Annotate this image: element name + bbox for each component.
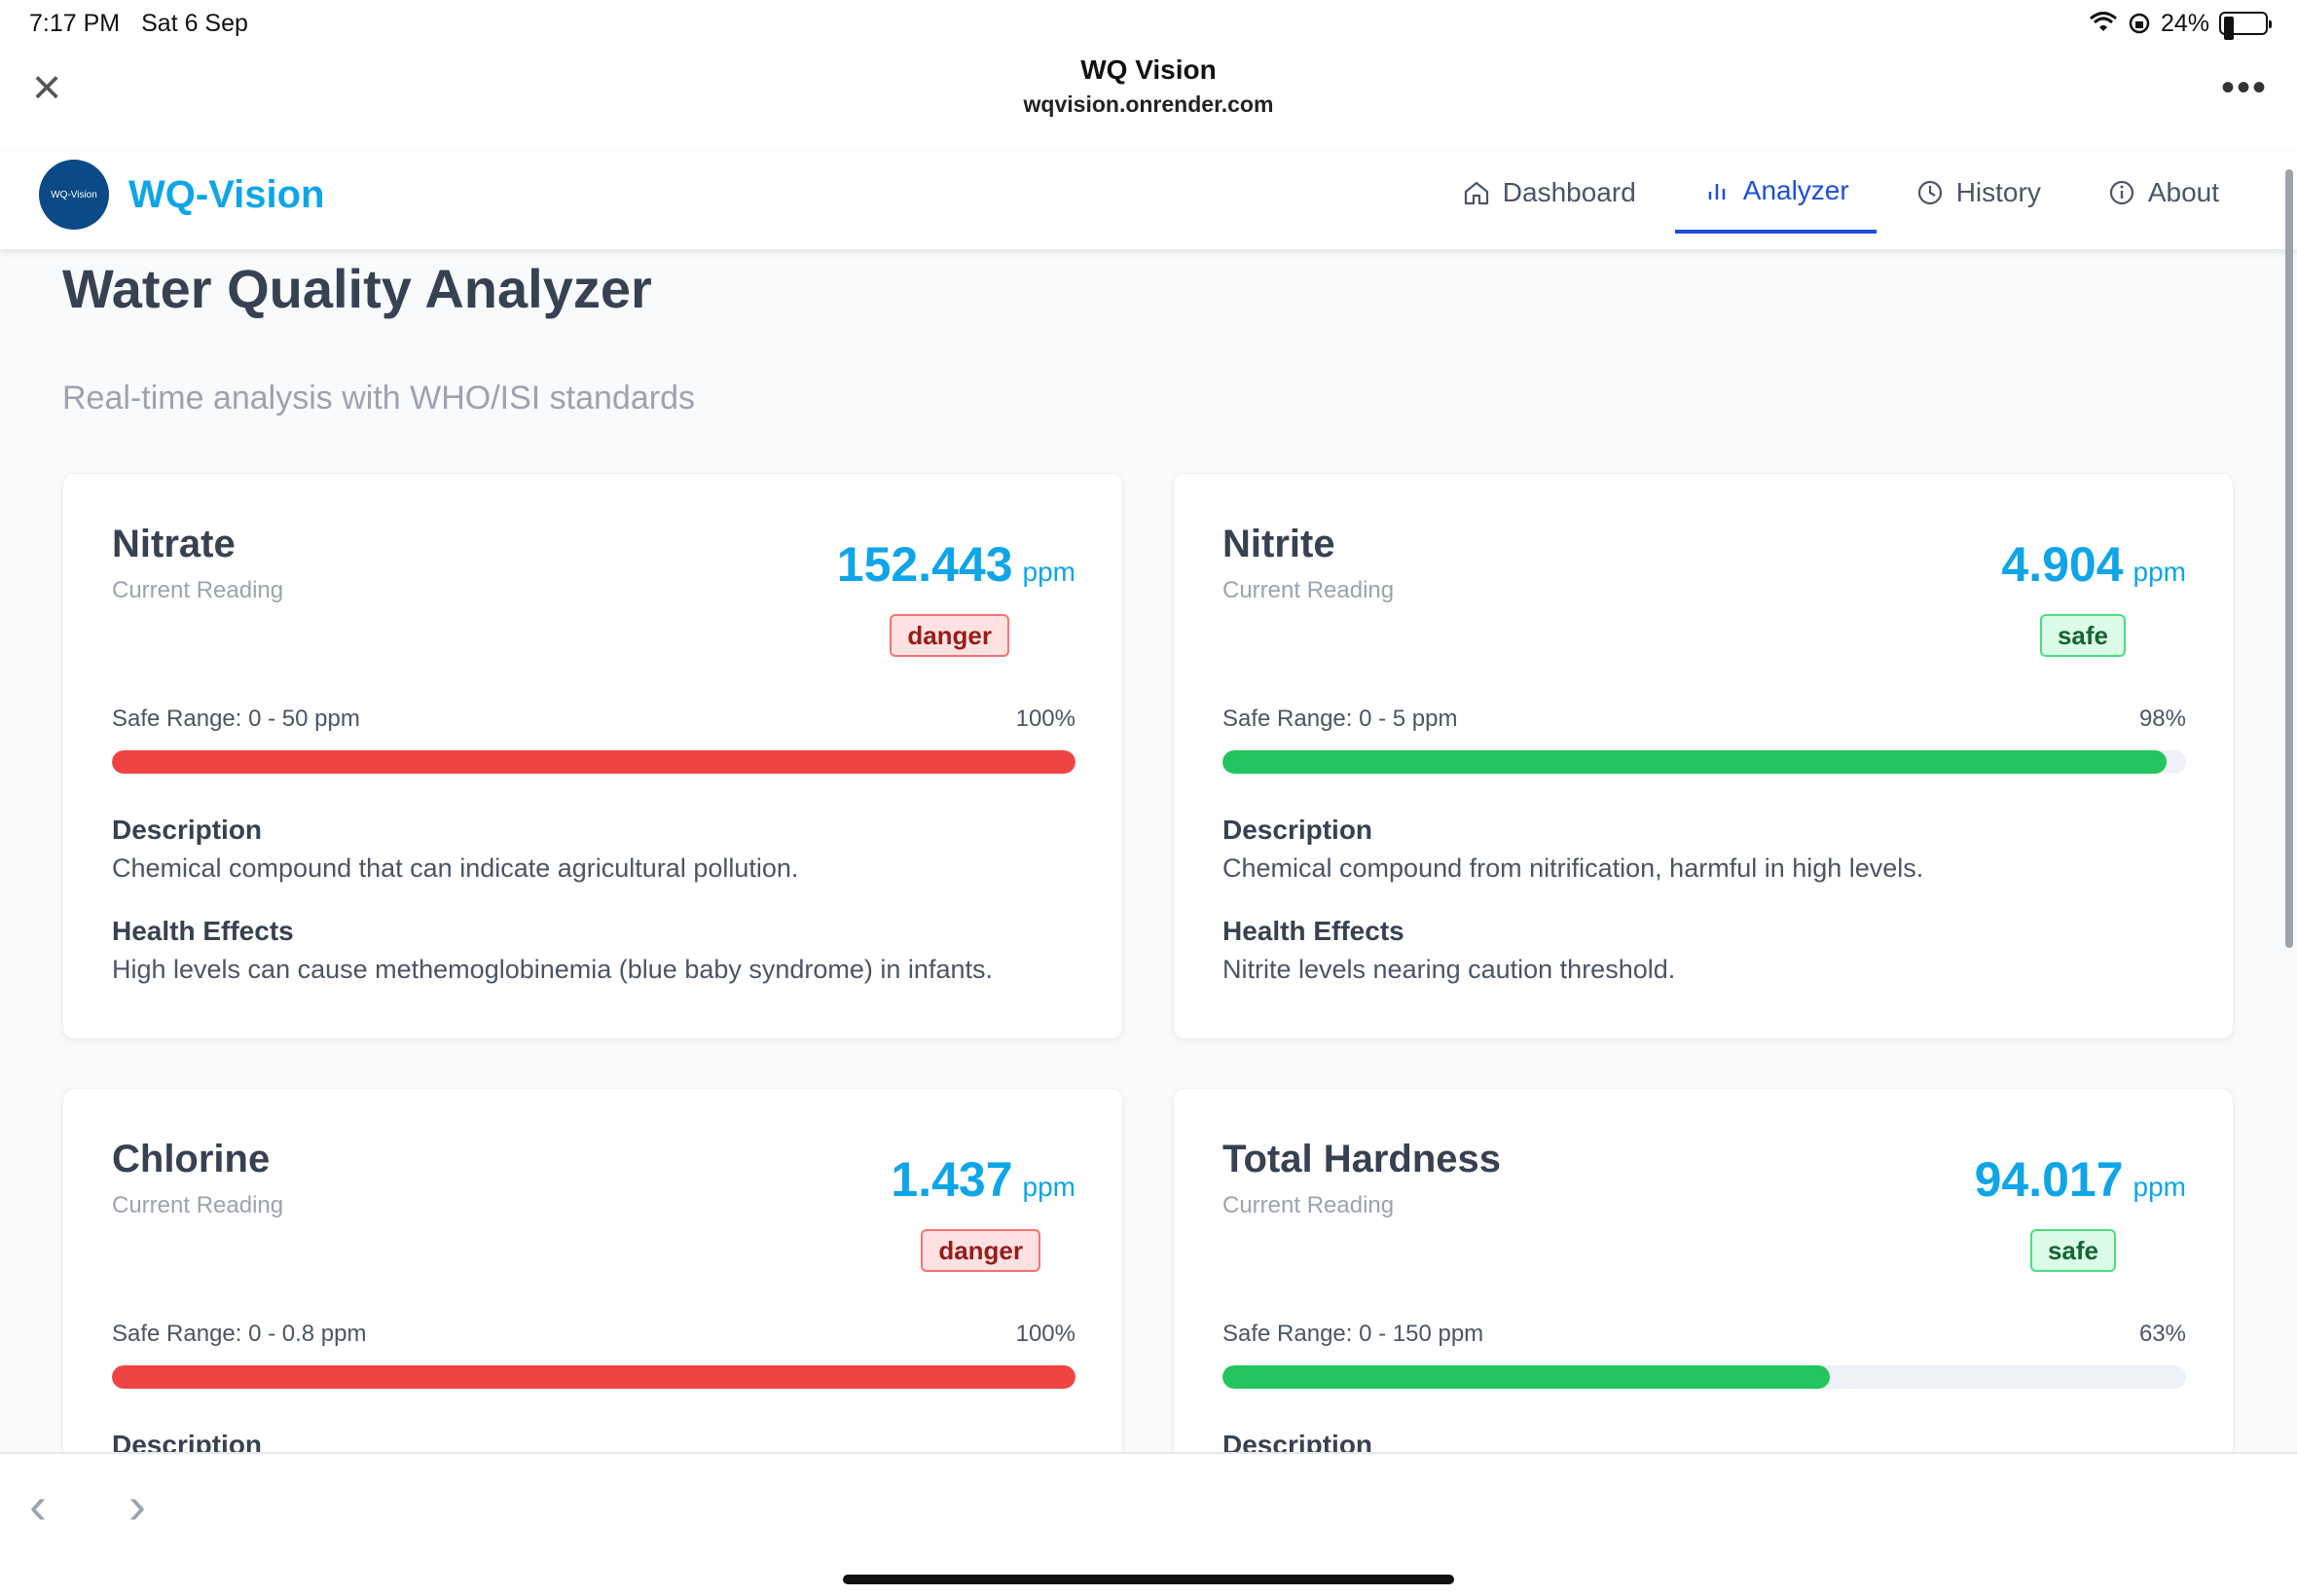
logo-text: WQ-Vision bbox=[51, 189, 97, 200]
nav-analyzer[interactable]: Analyzer bbox=[1674, 152, 1877, 234]
home-icon bbox=[1464, 181, 1488, 205]
progress-track bbox=[1222, 1365, 2186, 1389]
parameter-name: Chlorine bbox=[112, 1138, 271, 1180]
progress-track bbox=[112, 1365, 1076, 1389]
battery-icon bbox=[2219, 12, 2272, 40]
description-label: Description bbox=[112, 1430, 263, 1452]
browser-bar: × WQ Vision wqvision.onrender.com ••• bbox=[0, 47, 2297, 152]
back-arrow-icon[interactable]: ‹ bbox=[29, 1475, 47, 1536]
description-label: Description bbox=[112, 815, 263, 845]
progress-track bbox=[1222, 750, 2186, 774]
main-content: Water Quality Analyzer Real-time analysi… bbox=[0, 249, 2297, 1452]
battery-percent: 24% bbox=[2160, 9, 2209, 37]
reading: 94.017 ppm bbox=[1975, 1151, 2186, 1208]
browser-toolbar: ‹ › bbox=[0, 1452, 2297, 1596]
nav-dashboard-label: Dashboard bbox=[1502, 177, 1636, 207]
status-bar: 7:17 PM Sat 6 Sep 24% bbox=[0, 0, 2297, 47]
reading-unit: ppm bbox=[1022, 1172, 1076, 1202]
info-icon bbox=[2109, 180, 2133, 205]
brand-name[interactable]: WQ-Vision bbox=[128, 173, 324, 217]
nav-history-label: History bbox=[1955, 177, 2041, 207]
nav-dashboard[interactable]: Dashboard bbox=[1435, 152, 1663, 234]
home-indicator[interactable] bbox=[843, 1575, 1454, 1584]
reading-value: 94.017 bbox=[1974, 1152, 2124, 1207]
clock-icon bbox=[1917, 180, 1942, 205]
browser-url[interactable]: wqvision.onrender.com bbox=[0, 91, 2297, 118]
reading-unit: ppm bbox=[2133, 557, 2186, 587]
range-percent: 100% bbox=[1015, 706, 1076, 732]
page-title: Water Quality Analyzer bbox=[62, 258, 652, 319]
description-label: Description bbox=[1222, 1430, 1373, 1452]
parameter-card-chlorine: Chlorine Current Reading 1.437 ppm dange… bbox=[62, 1088, 1123, 1452]
scrollbar[interactable] bbox=[2285, 169, 2293, 948]
progress-fill bbox=[112, 750, 1076, 774]
health-effects-text: High levels can cause methemoglobinemia … bbox=[112, 955, 993, 984]
status-badge: danger bbox=[921, 1229, 1040, 1272]
parameter-card-total-hardness: Total Hardness Current Reading 94.017 pp… bbox=[1173, 1088, 2234, 1452]
safe-range: Safe Range: 0 - 150 ppm bbox=[1222, 1321, 1484, 1347]
nav-history[interactable]: History bbox=[1888, 152, 2068, 234]
description-text: Chemical compound that can indicate agri… bbox=[112, 853, 799, 883]
parameter-name: Nitrate bbox=[112, 523, 236, 565]
description-label: Description bbox=[1222, 815, 1373, 845]
orientation-lock-icon bbox=[2129, 13, 2150, 34]
safe-range: Safe Range: 0 - 0.8 ppm bbox=[112, 1321, 367, 1347]
health-effects-label: Health Effects bbox=[1222, 916, 1404, 946]
parameter-subtitle: Current Reading bbox=[1222, 1192, 1395, 1218]
reading: 152.443 ppm bbox=[837, 536, 1076, 593]
status-badge: danger bbox=[890, 614, 1009, 657]
status-badge: safe bbox=[2039, 614, 2126, 657]
bar-chart-icon bbox=[1708, 184, 1726, 200]
range-percent: 100% bbox=[1015, 1321, 1076, 1347]
parameter-name: Total Hardness bbox=[1222, 1138, 1501, 1180]
progress-fill bbox=[1222, 1365, 1830, 1389]
nav-about[interactable]: About bbox=[2080, 152, 2246, 234]
reading-value: 4.904 bbox=[2001, 537, 2124, 592]
wifi-icon bbox=[2089, 12, 2117, 31]
page-subtitle: Real-time analysis with WHO/ISI standard… bbox=[62, 380, 695, 417]
progress-fill bbox=[1222, 750, 2168, 774]
health-effects-label: Health Effects bbox=[112, 916, 294, 946]
more-options-icon[interactable]: ••• bbox=[2221, 66, 2268, 110]
parameter-subtitle: Current Reading bbox=[1222, 577, 1395, 603]
description-text: Chemical compound from nitrification, ha… bbox=[1222, 853, 1924, 883]
safe-range: Safe Range: 0 - 50 ppm bbox=[112, 706, 360, 732]
parameter-subtitle: Current Reading bbox=[112, 1192, 284, 1218]
nav-about-label: About bbox=[2147, 177, 2219, 207]
forward-arrow-icon[interactable]: › bbox=[128, 1475, 146, 1536]
status-badge: safe bbox=[2029, 1229, 2116, 1272]
range-percent: 98% bbox=[2138, 706, 2186, 732]
parameter-name: Nitrite bbox=[1222, 523, 1335, 565]
app-navbar: WQ-Vision WQ-Vision Dashboard Analyzer H… bbox=[0, 152, 2297, 249]
health-effects-text: Nitrite levels nearing caution threshold… bbox=[1222, 955, 1676, 984]
nav-analyzer-label: Analyzer bbox=[1742, 175, 1849, 205]
progress-track bbox=[112, 750, 1076, 774]
parameter-subtitle: Current Reading bbox=[112, 577, 284, 603]
reading-unit: ppm bbox=[1022, 557, 1076, 587]
progress-fill bbox=[112, 1365, 1076, 1389]
reading-value: 1.437 bbox=[891, 1152, 1013, 1207]
parameter-card-nitrate: Nitrate Current Reading 152.443 ppm dang… bbox=[62, 473, 1123, 1039]
status-date: Sat 6 Sep bbox=[141, 9, 248, 37]
safe-range: Safe Range: 0 - 5 ppm bbox=[1222, 706, 1458, 732]
parameter-card-nitrite: Nitrite Current Reading 4.904 ppm safe S… bbox=[1173, 473, 2234, 1039]
reading-unit: ppm bbox=[2133, 1172, 2186, 1202]
range-percent: 63% bbox=[2138, 1321, 2186, 1347]
reading-value: 152.443 bbox=[836, 537, 1013, 592]
reading: 4.904 ppm bbox=[2001, 536, 2186, 593]
reading: 1.437 ppm bbox=[891, 1151, 1076, 1208]
logo[interactable]: WQ-Vision bbox=[39, 160, 109, 230]
browser-title: WQ Vision bbox=[1080, 54, 1217, 85]
status-time: 7:17 PM bbox=[29, 9, 121, 37]
